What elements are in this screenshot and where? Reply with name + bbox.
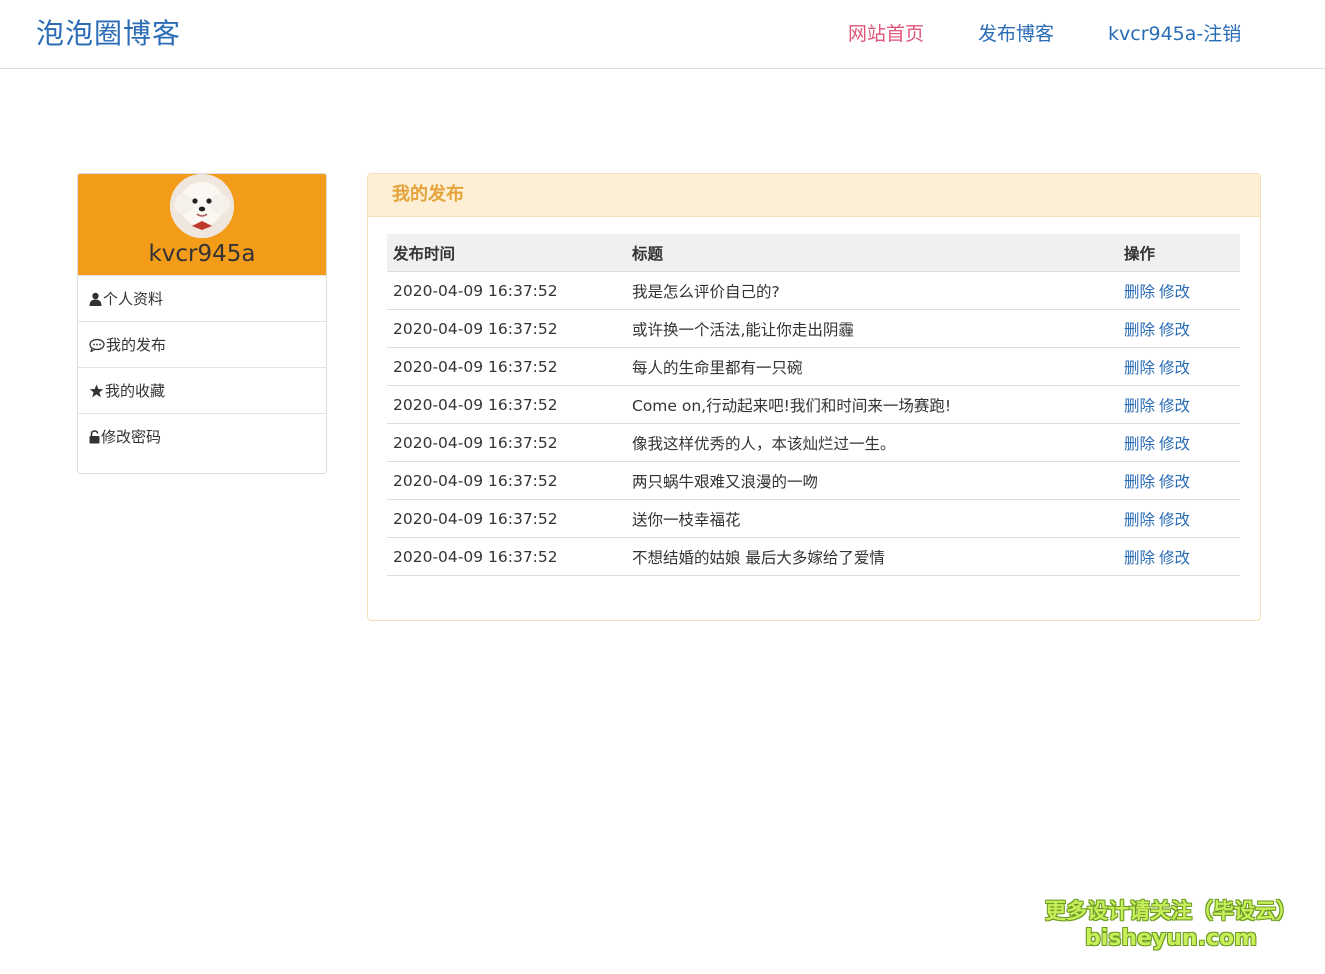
nav-user-logout-link[interactable]: kvcr945a-注销: [1108, 19, 1241, 46]
post-actions: 删除 修改: [1118, 385, 1240, 424]
edit-link[interactable]: 修改: [1159, 511, 1190, 529]
post-actions: 删除 修改: [1118, 499, 1240, 538]
post-title: 或许换一个活法,能让你走出阴霾: [626, 309, 1118, 348]
top-navbar: 泡泡圈博客 网站首页 发布博客 kvcr945a-注销: [0, 0, 1325, 69]
table-row: 2020-04-09 16:37:52 两只蜗牛艰难又浪漫的一吻 删除 修改: [387, 461, 1240, 500]
table-row: 2020-04-09 16:37:52 或许换一个活法,能让你走出阴霾 删除 修改: [387, 309, 1240, 348]
post-time: 2020-04-09 16:37:52: [387, 461, 626, 500]
user-icon: [89, 292, 102, 306]
post-title: 送你一枝幸福花: [626, 499, 1118, 538]
delete-link[interactable]: 删除: [1124, 397, 1155, 415]
my-posts-panel: 我的发布 发布时间 标题 操作 2020-04-09 16:37:52 我是怎么评…: [367, 173, 1261, 621]
watermark: 更多设计请关注（毕设云） bisheyun.com: [1040, 898, 1302, 952]
column-header-time: 发布时间: [387, 234, 626, 272]
avatar: [170, 174, 234, 238]
post-time: 2020-04-09 16:37:52: [387, 385, 626, 424]
post-time: 2020-04-09 16:37:52: [387, 271, 626, 310]
delete-link[interactable]: 删除: [1124, 283, 1155, 301]
edit-link[interactable]: 修改: [1159, 549, 1190, 567]
posts-table: 发布时间 标题 操作 2020-04-09 16:37:52 我是怎么评价自己的?…: [387, 234, 1240, 576]
sidebar-item-label: 修改密码: [101, 428, 162, 446]
table-row: 2020-04-09 16:37:52 不想结婚的姑娘 最后大多嫁给了爱情 删除 修改: [387, 537, 1240, 576]
watermark-line2: bisheyun.com: [1084, 926, 1258, 951]
table-row: 2020-04-09 16:37:52 我是怎么评价自己的? 删除 修改: [387, 271, 1240, 310]
nav-home-link[interactable]: 网站首页: [848, 19, 924, 46]
delete-link[interactable]: 删除: [1124, 511, 1155, 529]
post-time: 2020-04-09 16:37:52: [387, 347, 626, 386]
post-time: 2020-04-09 16:37:52: [387, 499, 626, 538]
post-time: 2020-04-09 16:37:52: [387, 309, 626, 348]
post-actions: 删除 修改: [1118, 309, 1240, 348]
edit-link[interactable]: 修改: [1159, 473, 1190, 491]
delete-link[interactable]: 删除: [1124, 359, 1155, 377]
post-title: 每人的生命里都有一只碗: [626, 347, 1118, 386]
nav-publish-link[interactable]: 发布博客: [978, 19, 1054, 46]
table-row: 2020-04-09 16:37:52 Come on,行动起来吧!我们和时间来一…: [387, 385, 1240, 424]
user-sidebar: kvcr945a 个人资料 我的发布 我的收藏 修改密码: [77, 173, 327, 474]
table-header-row: 发布时间 标题 操作: [387, 234, 1240, 272]
profile-username: kvcr945a: [148, 241, 256, 267]
comment-icon: [89, 338, 105, 353]
post-title: 我是怎么评价自己的?: [626, 271, 1118, 310]
sidebar-item-change-password[interactable]: 修改密码: [78, 413, 326, 459]
sidebar-item-label: 我的发布: [106, 336, 167, 354]
sidebar-item-label: 我的收藏: [105, 382, 166, 400]
edit-link[interactable]: 修改: [1159, 321, 1190, 339]
post-actions: 删除 修改: [1118, 461, 1240, 500]
star-icon: [89, 384, 104, 398]
sidebar-item-my-posts[interactable]: 我的发布: [78, 321, 326, 367]
post-title: 两只蜗牛艰难又浪漫的一吻: [626, 461, 1118, 500]
panel-title: 我的发布: [368, 174, 1260, 217]
column-header-title: 标题: [626, 234, 1118, 272]
delete-link[interactable]: 删除: [1124, 435, 1155, 453]
table-row: 2020-04-09 16:37:52 每人的生命里都有一只碗 删除 修改: [387, 347, 1240, 386]
delete-link[interactable]: 删除: [1124, 549, 1155, 567]
edit-link[interactable]: 修改: [1159, 397, 1190, 415]
edit-link[interactable]: 修改: [1159, 283, 1190, 301]
lock-icon: [89, 429, 100, 444]
edit-link[interactable]: 修改: [1159, 359, 1190, 377]
edit-link[interactable]: 修改: [1159, 435, 1190, 453]
sidebar-item-profile[interactable]: 个人资料: [78, 275, 326, 321]
sidebar-item-label: 个人资料: [103, 290, 164, 308]
profile-header: kvcr945a: [78, 174, 326, 275]
delete-link[interactable]: 删除: [1124, 321, 1155, 339]
post-time: 2020-04-09 16:37:52: [387, 537, 626, 576]
post-actions: 删除 修改: [1118, 423, 1240, 462]
post-actions: 删除 修改: [1118, 347, 1240, 386]
site-brand[interactable]: 泡泡圈博客: [36, 12, 181, 52]
post-actions: 删除 修改: [1118, 271, 1240, 310]
post-title: Come on,行动起来吧!我们和时间来一场赛跑!: [626, 385, 1118, 424]
dog-avatar-icon: [170, 174, 234, 238]
column-header-actions: 操作: [1118, 234, 1240, 272]
post-title: 不想结婚的姑娘 最后大多嫁给了爱情: [626, 537, 1118, 576]
delete-link[interactable]: 删除: [1124, 473, 1155, 491]
watermark-line1: 更多设计请关注（毕设云）: [1045, 899, 1297, 923]
table-row: 2020-04-09 16:37:52 像我这样优秀的人，本该灿烂过一生。 删除 修改: [387, 423, 1240, 462]
sidebar-item-favorites[interactable]: 我的收藏: [78, 367, 326, 413]
post-actions: 删除 修改: [1118, 537, 1240, 576]
post-time: 2020-04-09 16:37:52: [387, 423, 626, 462]
post-title: 像我这样优秀的人，本该灿烂过一生。: [626, 423, 1118, 462]
table-row: 2020-04-09 16:37:52 送你一枝幸福花 删除 修改: [387, 499, 1240, 538]
